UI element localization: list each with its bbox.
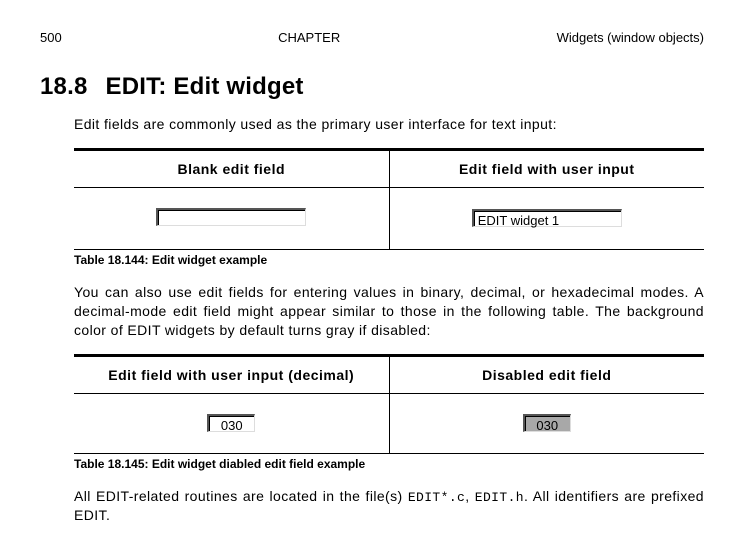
chapter-label: CHAPTER: [278, 30, 340, 45]
para3-code1: EDIT*.c: [408, 490, 465, 505]
page-number: 500: [40, 30, 62, 45]
table2-caption: Table 18.145: Edit widget diabled edit f…: [74, 457, 704, 471]
edit-field-decimal[interactable]: 030: [207, 414, 255, 432]
para3-pre: All EDIT-related routines are located in…: [74, 488, 408, 504]
para3-mid: ,: [465, 488, 475, 504]
table2-header-decimal: Edit field with user input (decimal): [74, 355, 389, 393]
para3-code2: EDIT.h: [475, 490, 524, 505]
section-number: 18.8: [40, 73, 88, 101]
table1-header-userinput: Edit field with user input: [389, 149, 704, 187]
table1-caption: Table 18.144: Edit widget example: [74, 253, 704, 267]
edit-example-table-1: Blank edit field Edit field with user in…: [74, 148, 704, 250]
table2-cell-decimal: 030: [74, 393, 389, 453]
intro-paragraph: Edit fields are commonly used as the pri…: [74, 115, 704, 134]
edit-field-blank[interactable]: [156, 208, 306, 226]
table2-cell-disabled: 030: [389, 393, 704, 453]
table2-header-disabled: Disabled edit field: [389, 355, 704, 393]
edit-field-userinput[interactable]: EDIT widget 1: [472, 209, 622, 227]
table1-header-blank: Blank edit field: [74, 149, 389, 187]
section-title: EDIT: Edit widget: [106, 73, 304, 100]
edit-example-table-2: Edit field with user input (decimal) Dis…: [74, 354, 704, 454]
page-header: 500 CHAPTER Widgets (window objects): [40, 30, 704, 45]
table1-cell-blank: [74, 187, 389, 249]
table1-cell-userinput: EDIT widget 1: [389, 187, 704, 249]
paragraph-2: You can also use edit fields for enterin…: [74, 283, 704, 340]
chapter-title: Widgets (window objects): [557, 30, 704, 45]
edit-field-disabled: 030: [523, 414, 571, 432]
paragraph-3: All EDIT-related routines are located in…: [74, 487, 704, 525]
section-heading: 18.8 EDIT: Edit widget: [40, 73, 704, 101]
